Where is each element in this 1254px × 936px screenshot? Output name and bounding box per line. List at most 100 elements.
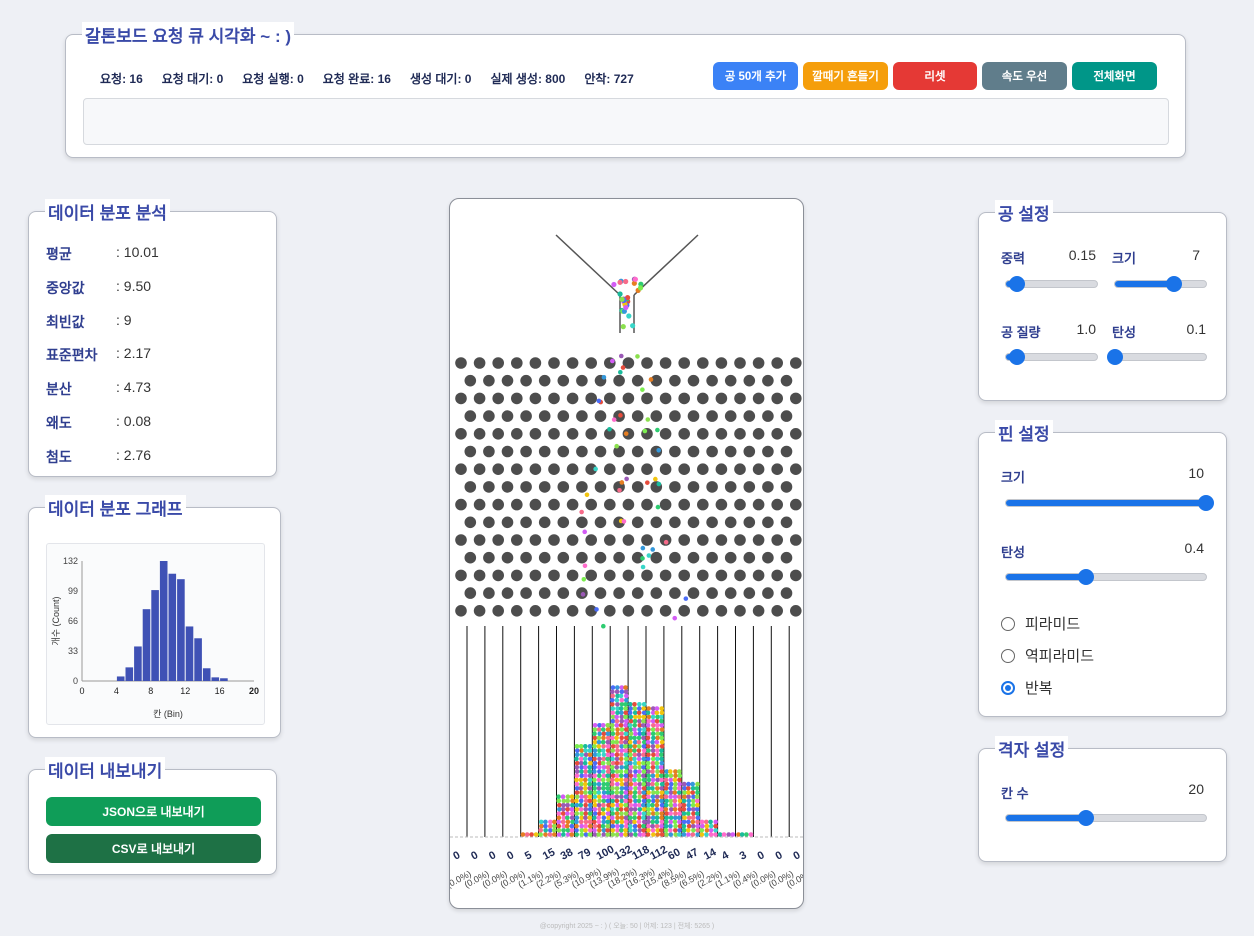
ball [574, 828, 579, 833]
layout-radio-repeat[interactable]: 반복 [1001, 677, 1053, 698]
ball [574, 769, 580, 774]
ball [615, 727, 620, 732]
ball [609, 723, 615, 728]
ball-elasticity-slider-thumb[interactable] [1107, 349, 1123, 365]
ball [605, 781, 610, 787]
ball [587, 807, 593, 812]
ball [610, 802, 615, 808]
pin [771, 392, 783, 405]
bin-count-slider[interactable] [1005, 810, 1207, 826]
ball [623, 744, 628, 749]
ball [565, 823, 570, 829]
ball [624, 476, 629, 482]
ball [690, 815, 696, 820]
pin [659, 569, 672, 582]
ball [627, 710, 633, 715]
ball-mass-slider[interactable] [1005, 349, 1098, 365]
ball [683, 596, 689, 601]
layout-radio-inverted-pyramid[interactable]: 역피라미드 [1001, 645, 1094, 666]
ball [646, 748, 651, 753]
pin-elasticity-slider[interactable] [1005, 569, 1207, 585]
pin [576, 410, 588, 422]
ball [582, 744, 588, 749]
ball [621, 519, 627, 524]
ball [668, 832, 674, 837]
pin [724, 551, 737, 564]
ball [632, 807, 638, 812]
radio-checked-icon[interactable] [1001, 680, 1015, 695]
ball [646, 718, 651, 724]
ball [704, 828, 710, 833]
speed-priority-button[interactable]: 속도 우선 [982, 62, 1067, 90]
gravity-slider-thumb[interactable] [1008, 276, 1025, 292]
ball [605, 773, 611, 778]
gravity-slider[interactable] [1005, 276, 1098, 292]
ball-elasticity-slider[interactable] [1107, 349, 1207, 365]
ball [623, 790, 629, 795]
layout-radio-pyramid[interactable]: 피라미드 [1001, 613, 1080, 634]
ball-size-slider-thumb[interactable] [1166, 276, 1183, 292]
export-csv-button[interactable]: CSV로 내보내기 [46, 834, 261, 863]
pin [501, 410, 514, 422]
pin [734, 392, 746, 405]
ball [600, 777, 606, 783]
bin-count-slider-thumb[interactable] [1078, 810, 1094, 826]
ball [632, 781, 638, 787]
ball [664, 790, 670, 795]
pin [529, 357, 542, 369]
ball [645, 794, 651, 799]
pin [743, 587, 756, 599]
pin [455, 498, 467, 511]
pin [604, 357, 616, 369]
ball [654, 781, 660, 787]
grid-settings-panel: 격자 설정 칸 수 20 [978, 736, 1227, 862]
ball-mass-slider-thumb[interactable] [1008, 349, 1025, 365]
ball [605, 828, 610, 833]
ball [677, 807, 683, 812]
ball-size-slider[interactable] [1114, 276, 1207, 292]
stat-value: : 0.08 [116, 413, 152, 429]
ball [592, 723, 598, 728]
ball [561, 802, 566, 808]
ball [655, 790, 660, 795]
ball [659, 794, 664, 799]
pin [576, 374, 588, 387]
ball [641, 807, 647, 812]
ball [578, 798, 584, 804]
ball [619, 697, 625, 703]
fullscreen-button[interactable]: 전체화면 [1072, 62, 1157, 90]
pin [492, 534, 504, 546]
add-balls-button[interactable]: 공 50개 추가 [713, 62, 798, 90]
pin [511, 463, 523, 476]
ball [611, 281, 617, 288]
ball [570, 819, 575, 825]
ball [650, 547, 656, 552]
pin [483, 481, 495, 493]
pin [762, 551, 774, 564]
ball [628, 714, 634, 720]
bin-count-value: 20 [1188, 781, 1204, 797]
ball [610, 756, 615, 762]
ball [627, 769, 633, 774]
radio-circle-icon[interactable] [1001, 616, 1015, 631]
export-json-button[interactable]: JSON으로 내보내기 [46, 797, 261, 826]
pin-size-slider[interactable] [1005, 495, 1214, 511]
ball [659, 714, 664, 720]
pin [548, 463, 560, 476]
ball [632, 765, 638, 770]
ball [618, 706, 624, 711]
ball [659, 777, 664, 783]
pin-size-slider-thumb[interactable] [1198, 495, 1214, 511]
ball [664, 798, 669, 804]
radio-circle-icon[interactable] [1001, 648, 1015, 663]
pin [483, 410, 495, 422]
ball [690, 807, 696, 812]
ball [597, 773, 602, 778]
ball [636, 815, 642, 820]
shake-funnel-button[interactable]: 깔때기 흔들기 [803, 62, 888, 90]
pin-elasticity-slider-thumb[interactable] [1078, 569, 1094, 585]
histogram-bar [211, 677, 220, 681]
reset-button[interactable]: 리셋 [893, 62, 977, 90]
ball [605, 739, 611, 745]
ball [557, 802, 562, 808]
